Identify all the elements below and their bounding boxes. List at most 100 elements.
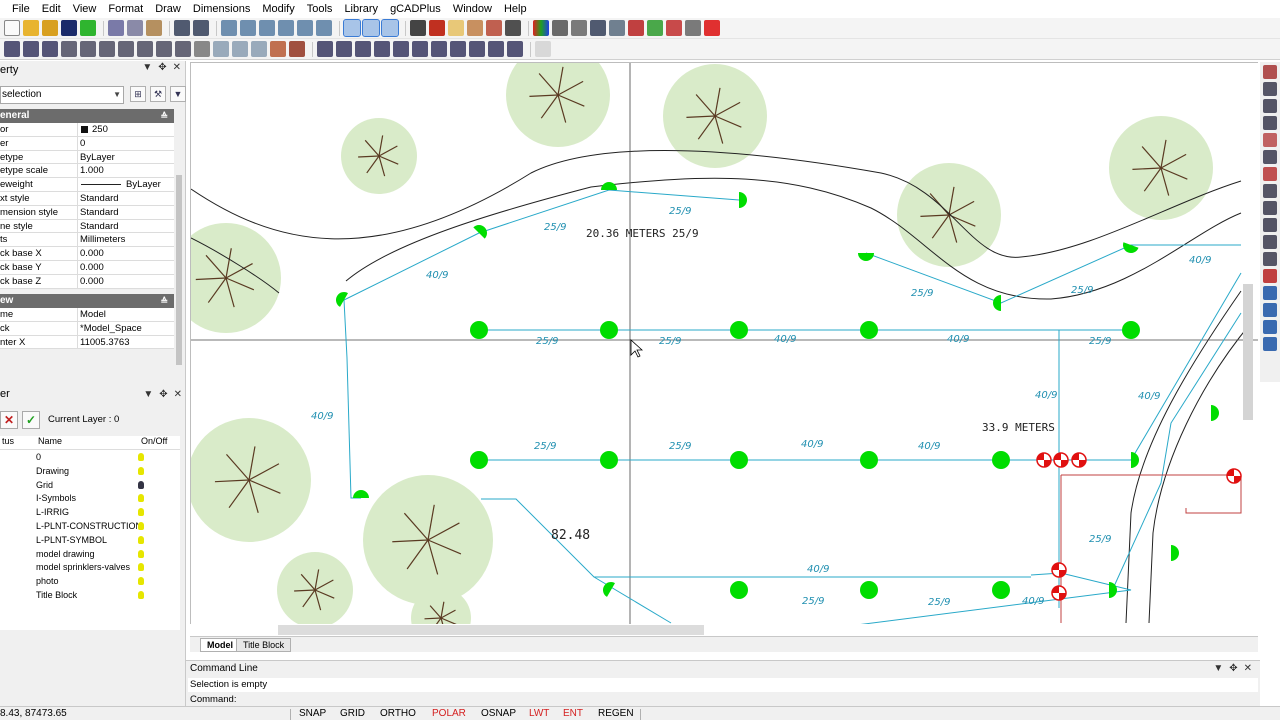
nozzle-label[interactable]: 25/9: [928, 597, 950, 608]
panel-pin-icon[interactable]: ✥: [1229, 663, 1237, 674]
zoom-extents-icon[interactable]: [278, 20, 294, 36]
panel-close-icon[interactable]: ✕: [1244, 663, 1252, 674]
sprinkler-head[interactable]: [730, 321, 748, 339]
lightbulb-icon[interactable]: [138, 466, 144, 475]
lightbulb-icon[interactable]: [138, 480, 144, 489]
zoom-in-icon[interactable]: [221, 20, 237, 36]
valve-box-line[interactable]: [1061, 474, 1242, 514]
menu-help[interactable]: Help: [498, 0, 533, 18]
block-icon[interactable]: [448, 20, 464, 36]
status-column[interactable]: tus: [2, 436, 14, 446]
region-icon[interactable]: [213, 41, 229, 57]
color-bars-icon[interactable]: [533, 20, 549, 36]
property-value[interactable]: Standard: [80, 206, 119, 220]
toolbar-grip-icon[interactable]: [535, 41, 551, 57]
selection-dropdown[interactable]: selection ▼: [0, 86, 124, 104]
valve-symbol-fill[interactable]: [1054, 453, 1061, 460]
layers-stack-icon[interactable]: [1263, 303, 1277, 317]
panel-close-icon[interactable]: ✕: [173, 62, 181, 73]
tab-title-block[interactable]: Title Block: [236, 638, 292, 652]
scale-icon[interactable]: [1263, 133, 1277, 147]
nozzle-label[interactable]: 40/9: [774, 334, 796, 345]
sprinkler-head-half[interactable]: [1211, 405, 1219, 421]
panel-menu-icon[interactable]: ▼: [142, 62, 152, 73]
property-row[interactable]: me Model: [0, 308, 174, 322]
dim-baseline-icon[interactable]: [431, 41, 447, 57]
nozzle-label[interactable]: 40/9: [1189, 255, 1211, 266]
snap-toggle[interactable]: SNAP: [299, 707, 326, 721]
sprinkler-head[interactable]: [992, 451, 1010, 469]
panel-menu-icon[interactable]: ▼: [143, 389, 153, 400]
property-row[interactable]: ck base X 0.000: [0, 247, 174, 261]
hatch-icon[interactable]: [194, 41, 210, 57]
property-value[interactable]: 250: [92, 123, 108, 137]
tree-canopy[interactable]: [191, 418, 311, 542]
erase-icon[interactable]: [1263, 65, 1277, 79]
layer-row[interactable]: I-Symbols: [0, 492, 180, 506]
paste-icon[interactable]: [146, 20, 162, 36]
sprinkler-head-half[interactable]: [1109, 582, 1117, 598]
menu-dimensions[interactable]: Dimensions: [187, 0, 256, 18]
property-row[interactable]: mension style Standard: [0, 205, 174, 220]
stretch-icon[interactable]: [1263, 252, 1277, 266]
horizontal-scroll-thumb[interactable]: [278, 625, 704, 635]
property-value[interactable]: ByLayer: [80, 151, 115, 165]
xline-icon[interactable]: [23, 41, 39, 57]
valve-symbol-fill[interactable]: [1037, 453, 1044, 460]
sprinkler-head[interactable]: [470, 451, 488, 469]
quick-select-icon[interactable]: ⚒: [150, 86, 166, 102]
property-row[interactable]: ck base Z 0.000: [0, 274, 174, 289]
property-value[interactable]: Standard: [80, 220, 119, 234]
sprinkler-head[interactable]: [730, 451, 748, 469]
polar-toggle[interactable]: POLAR: [432, 707, 466, 721]
set-current-icon[interactable]: ✓: [22, 411, 40, 429]
irrigation-pipe[interactable]: [1130, 272, 1242, 461]
lightbulb-icon[interactable]: [138, 591, 144, 599]
move-object-icon[interactable]: [1263, 99, 1277, 113]
center-mark-icon[interactable]: [507, 41, 523, 57]
nozzle-label[interactable]: 40/9: [918, 441, 940, 452]
grid-toggle[interactable]: GRID: [340, 707, 365, 721]
nozzle-label[interactable]: 40/9: [1035, 390, 1057, 401]
view-group-header[interactable]: ew ≙: [0, 294, 174, 308]
drawing-svg[interactable]: 25/9 25/9 40/9 25/9 25/9 40/9 40/9 25/9 25/9 25/9…: [191, 63, 1258, 624]
dimension-label[interactable]: 20.36 METERS 25/9: [586, 227, 699, 240]
property-row[interactable]: xt style Standard: [0, 192, 174, 206]
menu-view[interactable]: View: [67, 0, 103, 18]
insert-icon[interactable]: [467, 20, 483, 36]
menu-gcadplus[interactable]: gCADPlus: [384, 0, 447, 18]
cursor-icon[interactable]: [630, 339, 644, 358]
sprinkler-head-half[interactable]: [333, 289, 348, 307]
lightbulb-icon[interactable]: [138, 453, 144, 461]
property-row[interactable]: or 250: [0, 123, 174, 137]
open-folder-icon[interactable]: [23, 20, 39, 36]
explode-icon[interactable]: [1263, 269, 1277, 283]
panel-menu-icon[interactable]: ▼: [1213, 663, 1223, 674]
valve-symbol-fill[interactable]: [1059, 593, 1066, 600]
menu-format[interactable]: Format: [102, 0, 149, 18]
add-icon[interactable]: [80, 20, 96, 36]
gcad-logo-icon[interactable]: [704, 20, 720, 36]
freehand-icon[interactable]: [99, 41, 115, 57]
property-value[interactable]: ByLayer: [126, 178, 161, 192]
properties-scroll-thumb[interactable]: [176, 175, 182, 365]
list-icon[interactable]: [571, 20, 587, 36]
irrigation-pipe[interactable]: [593, 576, 672, 624]
rotate-icon[interactable]: [1263, 116, 1277, 130]
layer-state-icon[interactable]: [429, 20, 445, 36]
valve-symbol-fill[interactable]: [1044, 460, 1051, 467]
open-icon[interactable]: [42, 20, 58, 36]
nozzle-label[interactable]: 40/9: [947, 334, 969, 345]
columns-icon[interactable]: [590, 20, 606, 36]
valve-symbol-fill[interactable]: [1072, 453, 1079, 460]
onoff-column[interactable]: On/Off: [141, 436, 167, 446]
menu-draw[interactable]: Draw: [149, 0, 187, 18]
property-value[interactable]: Model: [80, 308, 106, 322]
sprinkler-head-half[interactable]: [739, 192, 747, 208]
tree-branch[interactable]: [424, 617, 442, 620]
dim-ordinate-icon[interactable]: [412, 41, 428, 57]
layer-row[interactable]: model sprinklers-valves: [0, 561, 180, 575]
property-row[interactable]: ck *Model_Space: [0, 321, 174, 336]
nozzle-label[interactable]: 25/9: [534, 441, 556, 452]
lightbulb-icon[interactable]: [138, 563, 144, 572]
